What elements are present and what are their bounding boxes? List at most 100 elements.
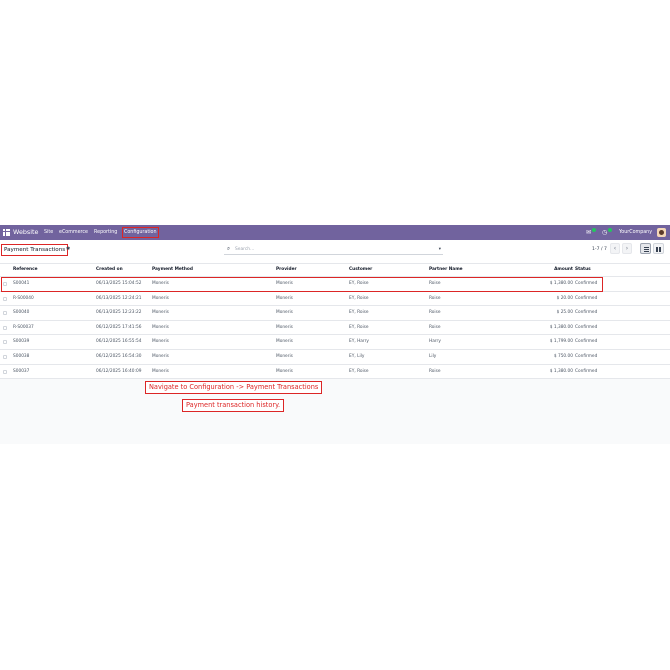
- cell-reference: R-S00037: [13, 324, 34, 330]
- cell-created-on: 06/12/2025 17:41:56: [96, 324, 142, 330]
- row-checkbox[interactable]: [3, 340, 7, 345]
- cell-provider: Moneris: [276, 368, 293, 374]
- column-header[interactable]: Provider: [276, 264, 297, 276]
- control-panel: Payment Transactions ✱ ⌕ Search... ▾ 1-7…: [0, 240, 670, 264]
- activity-badge: [608, 228, 612, 232]
- cell-amount: $ 1,380.00: [549, 281, 573, 286]
- cell-provider: Moneris: [276, 310, 293, 316]
- table-row[interactable]: S00037 06/12/2025 16:40:09 Moneris Moneris E…: [0, 365, 670, 380]
- row-checkbox[interactable]: [3, 311, 7, 316]
- cell-partner-name: Lily: [429, 353, 437, 359]
- cell-payment-method: Moneris: [152, 310, 169, 316]
- pager-next-icon[interactable]: ›: [622, 243, 632, 254]
- cell-partner-name: Roise: [429, 324, 441, 330]
- cell-customer: EY, Roise: [349, 295, 369, 301]
- cell-customer: EY, Roise: [349, 368, 369, 374]
- cell-amount: $ 750.00: [553, 353, 573, 359]
- cell-partner-name: Roise: [429, 295, 441, 301]
- search-input[interactable]: ⌕ Search... ▾: [224, 245, 443, 255]
- cell-payment-method: Moneris: [152, 339, 169, 345]
- cell-payment-method: Moneris: [152, 353, 169, 359]
- app-brand[interactable]: Website: [13, 227, 38, 238]
- row-checkbox[interactable]: [3, 282, 7, 286]
- column-header[interactable]: Status: [575, 264, 591, 276]
- column-header[interactable]: Reference: [13, 264, 38, 276]
- chat-badge: [592, 228, 596, 232]
- cell-reference: S00037: [13, 368, 30, 374]
- apps-grid-icon[interactable]: [3, 229, 10, 236]
- page-title[interactable]: Payment Transactions: [1, 244, 69, 256]
- table-row[interactable]: R-S00037 06/12/2025 17:41:56 Moneris Moneri…: [0, 321, 670, 336]
- table-row[interactable]: S00039 06/12/2025 16:55:54 Moneris Moneris E…: [0, 335, 670, 350]
- table-row[interactable]: R-S00040 06/13/2025 12:24:21 Moneris Moneri…: [0, 292, 670, 307]
- kanban-view-icon[interactable]: [653, 243, 664, 254]
- table-header: Reference Created on Payment Method Prov…: [0, 264, 670, 277]
- cell-reference: R-S00040: [13, 295, 34, 301]
- pager-prev-icon[interactable]: ‹: [610, 243, 620, 254]
- cell-provider: Moneris: [276, 281, 293, 286]
- cell-created-on: 06/13/2025 12:23:22: [96, 310, 142, 316]
- menu-reporting[interactable]: Reporting: [94, 227, 117, 238]
- menu-configuration[interactable]: Configuration: [122, 227, 159, 238]
- list-view-icon[interactable]: [640, 243, 651, 254]
- menu-site[interactable]: Site: [44, 227, 53, 238]
- transactions-table: Reference Created on Payment Method Prov…: [0, 264, 670, 380]
- cell-amount: $ 1,799.00: [549, 339, 573, 345]
- row-checkbox[interactable]: [3, 296, 7, 301]
- cell-status: Confirmed: [575, 353, 598, 359]
- cell-provider: Moneris: [276, 339, 293, 345]
- cell-payment-method: Moneris: [152, 368, 169, 374]
- cell-provider: Moneris: [276, 324, 293, 330]
- cell-reference: S00041: [13, 281, 30, 286]
- cell-created-on: 06/12/2025 16:40:09: [96, 368, 142, 374]
- cell-reference: S00038: [13, 353, 30, 359]
- cell-partner-name: Roise: [429, 368, 441, 374]
- cell-amount: $ 25.00: [556, 310, 573, 316]
- gear-icon[interactable]: ✱: [66, 246, 70, 253]
- cell-partner-name: Roise: [429, 281, 441, 286]
- app-window: Website Site eCommerce Reporting Configu…: [0, 225, 670, 444]
- cell-amount: $ 1,380.00: [549, 324, 573, 330]
- cell-customer: EY, Roise: [349, 281, 369, 286]
- search-icon: ⌕: [227, 246, 231, 252]
- instruction-annotation: Navigate to Configuration -> Payment Tra…: [145, 381, 323, 394]
- avatar[interactable]: [657, 228, 666, 237]
- clock-icon[interactable]: ◷: [602, 227, 607, 238]
- cell-partner-name: Roise: [429, 310, 441, 316]
- cell-provider: Moneris: [276, 295, 293, 301]
- cell-customer: EY, Harry: [349, 339, 369, 345]
- cell-created-on: 06/12/2025 16:54:30: [96, 353, 142, 359]
- cell-status: Confirmed: [575, 310, 598, 316]
- company-switcher[interactable]: YourCompany: [619, 227, 652, 238]
- row-checkbox[interactable]: [3, 369, 7, 374]
- row-checkbox[interactable]: [3, 325, 7, 330]
- cell-customer: EY, Roise: [349, 310, 369, 316]
- cell-created-on: 06/12/2025 16:55:54: [96, 339, 142, 345]
- cell-payment-method: Moneris: [152, 281, 169, 286]
- column-header[interactable]: Created on: [96, 264, 123, 276]
- pager-value[interactable]: 1-7 / 7: [592, 245, 607, 255]
- cell-reference: S00040: [13, 310, 30, 316]
- table-row[interactable]: S00040 06/13/2025 12:23:22 Moneris Moneris E…: [0, 306, 670, 321]
- menu-ecommerce[interactable]: eCommerce: [59, 227, 88, 238]
- top-navbar: Website Site eCommerce Reporting Configu…: [0, 225, 670, 240]
- column-header[interactable]: Payment Method: [152, 264, 193, 276]
- table-row[interactable]: S00041 06/13/2025 15:04:52 Moneris Moneris E…: [0, 277, 670, 292]
- cell-status: Confirmed: [575, 324, 598, 330]
- cell-status: Confirmed: [575, 281, 598, 286]
- cell-created-on: 06/13/2025 12:24:21: [96, 295, 142, 301]
- cell-provider: Moneris: [276, 353, 293, 359]
- row-checkbox[interactable]: [3, 354, 7, 359]
- column-header[interactable]: Partner Name: [429, 264, 463, 276]
- cell-payment-method: Moneris: [152, 324, 169, 330]
- search-options-caret-icon[interactable]: ▾: [439, 246, 441, 253]
- column-header[interactable]: Amount: [554, 264, 573, 276]
- cell-partner-name: Harry: [429, 339, 441, 345]
- column-header[interactable]: Customer: [349, 264, 372, 276]
- chat-icon[interactable]: ✉: [586, 227, 591, 238]
- caption-annotation: Payment transaction history.: [182, 399, 285, 412]
- table-row[interactable]: S00038 06/12/2025 16:54:30 Moneris Moneris E…: [0, 350, 670, 365]
- cell-customer: EY, Lily: [349, 353, 365, 359]
- cell-payment-method: Moneris: [152, 295, 169, 301]
- cell-status: Confirmed: [575, 295, 598, 301]
